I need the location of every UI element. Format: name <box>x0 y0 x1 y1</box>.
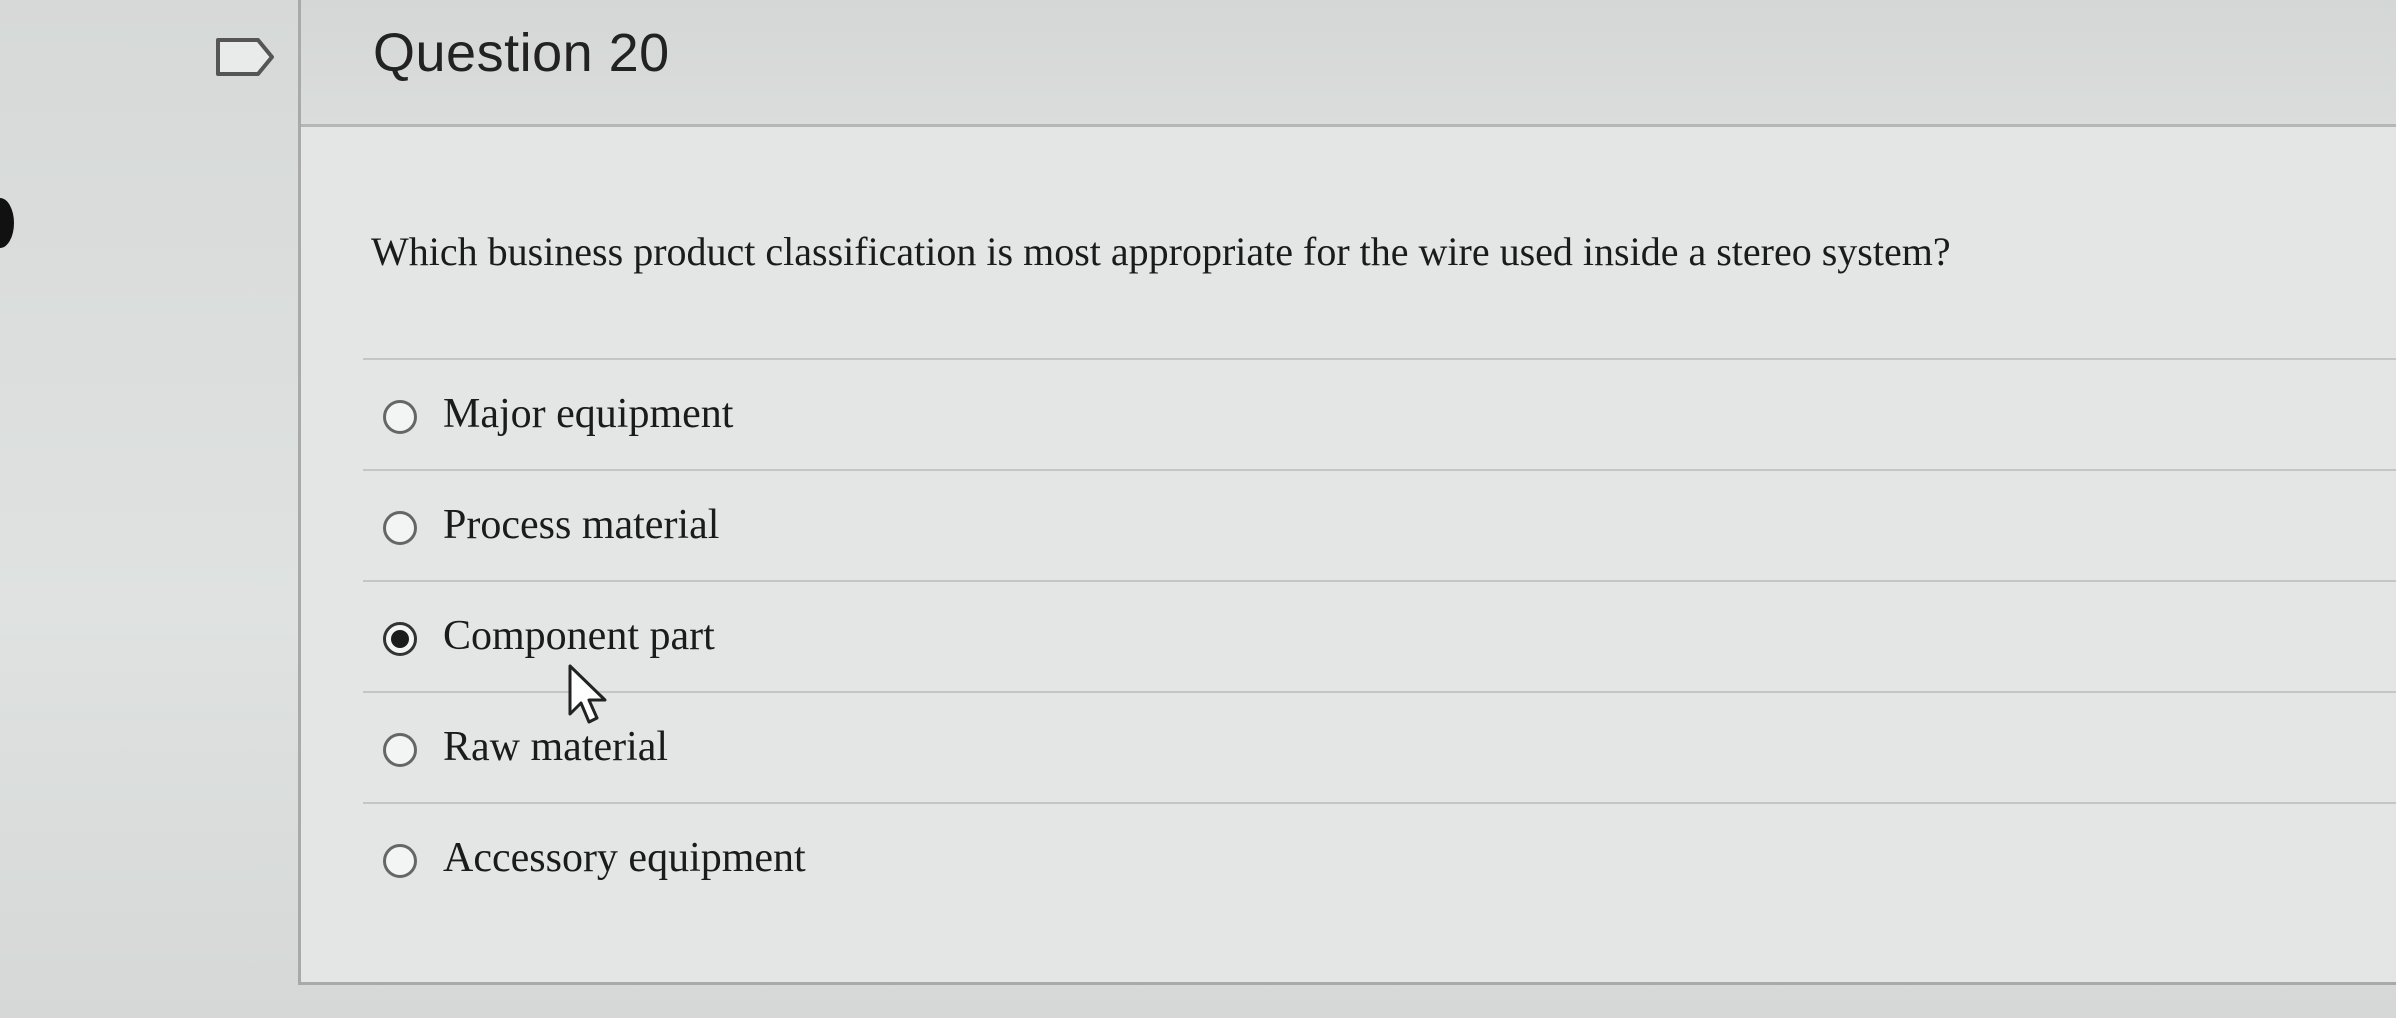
answer-option[interactable]: Process material <box>363 469 2396 580</box>
answer-options: Major equipment Process material Compone… <box>363 358 2396 913</box>
flag-question-icon[interactable] <box>214 36 276 78</box>
answer-option-label[interactable]: Component part <box>443 612 715 660</box>
edge-dot <box>0 198 14 248</box>
answer-option-label[interactable]: Accessory equipment <box>443 834 806 882</box>
mouse-pointer-icon <box>568 664 607 724</box>
answer-option[interactable]: Accessory equipment <box>363 802 2396 913</box>
radio-button[interactable] <box>383 844 417 878</box>
radio-button[interactable] <box>383 400 417 434</box>
radio-button[interactable] <box>383 733 417 767</box>
question-title: Question 20 <box>373 23 670 83</box>
answer-option[interactable]: Raw material <box>363 691 2396 802</box>
answer-option-label[interactable]: Process material <box>443 501 719 549</box>
answer-option[interactable]: Major equipment <box>363 358 2396 469</box>
radio-button-selected[interactable] <box>383 622 417 656</box>
question-card: Question 20 Which business product class… <box>298 0 2396 985</box>
radio-button[interactable] <box>383 511 417 545</box>
question-header: Question 20 <box>301 0 2396 127</box>
answer-option-label[interactable]: Major equipment <box>443 390 733 438</box>
answer-option[interactable]: Component part <box>363 580 2396 691</box>
question-prompt: Which business product classification is… <box>371 229 1951 274</box>
quiz-page: Question 20 Which business product class… <box>0 0 2396 1018</box>
answer-option-label[interactable]: Raw material <box>443 723 668 771</box>
